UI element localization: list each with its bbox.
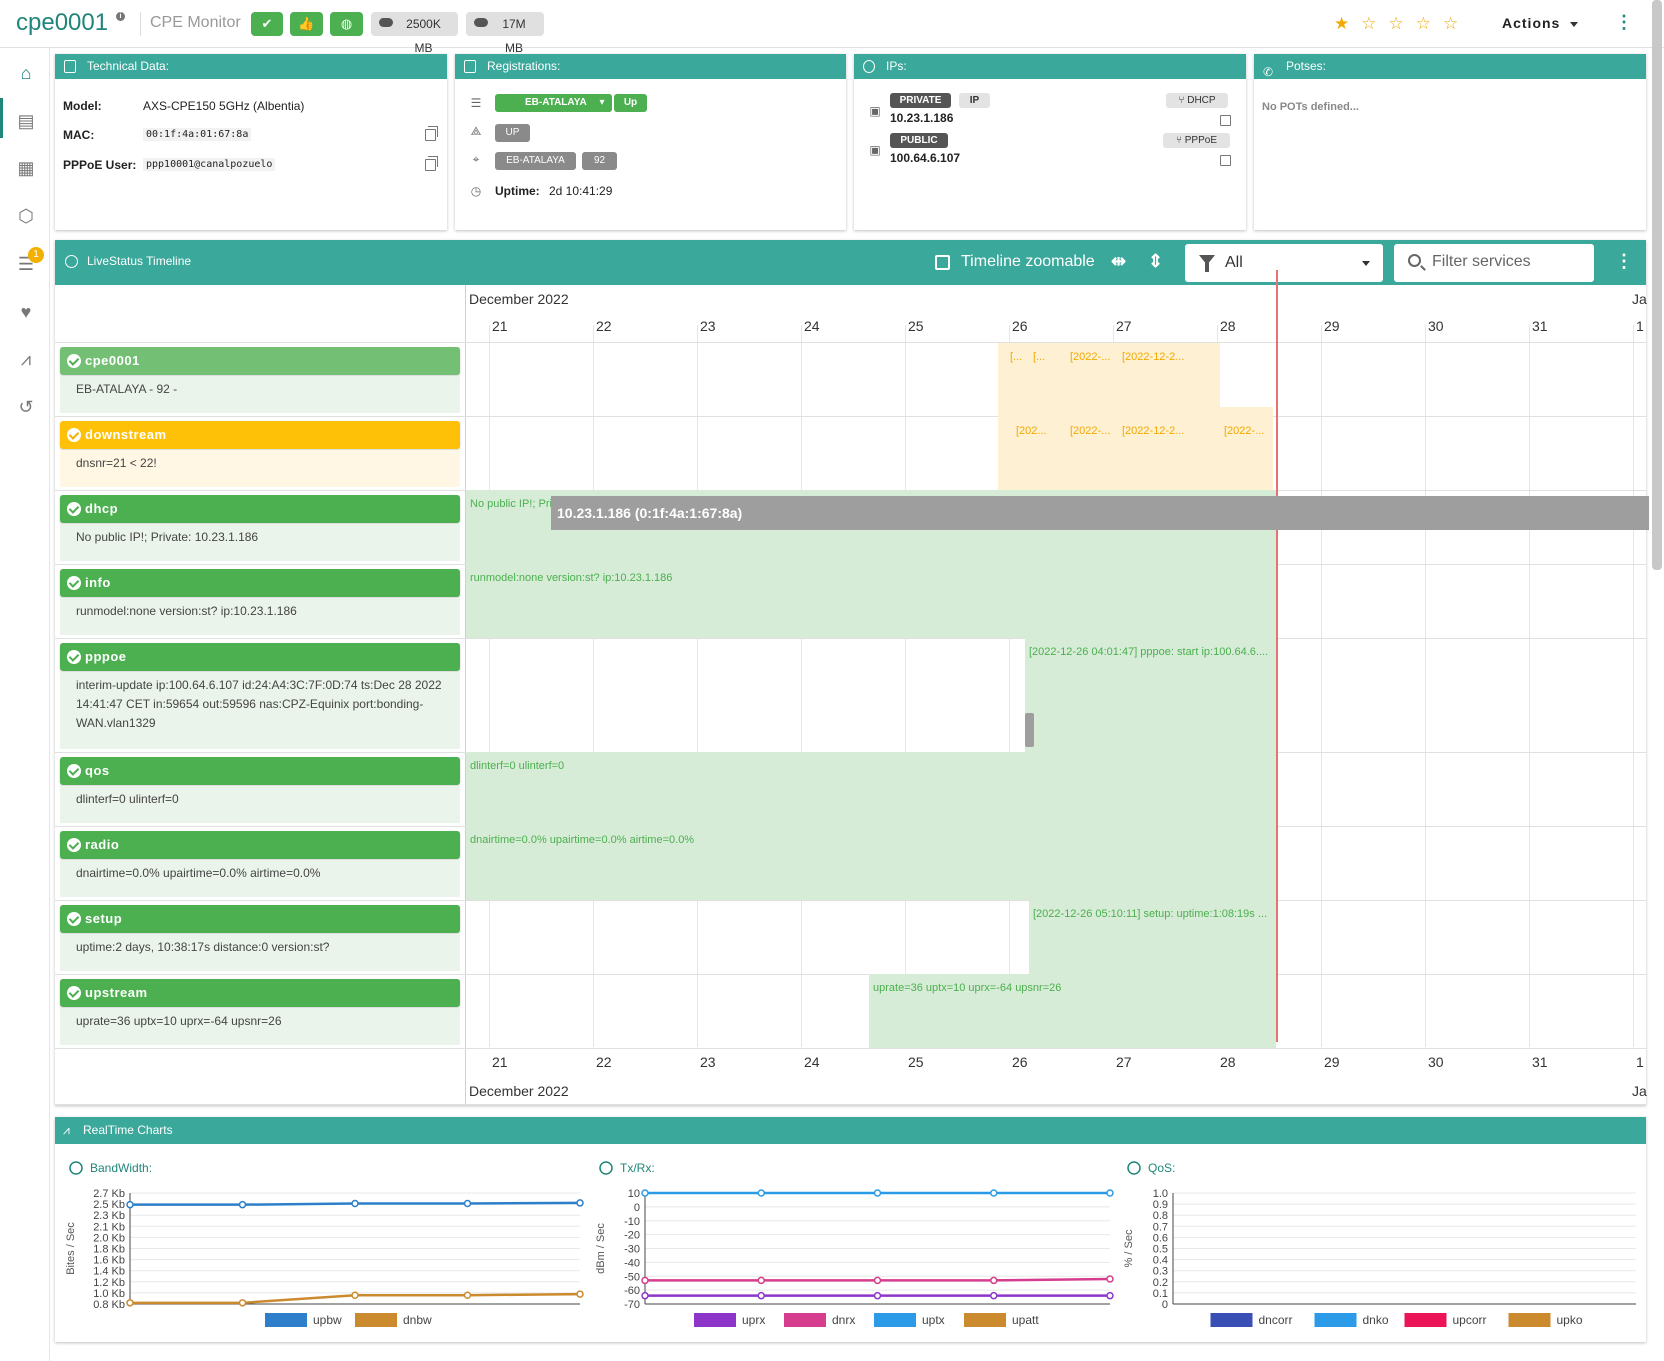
data-point [757, 1291, 765, 1300]
legend-swatch [964, 1313, 1006, 1327]
y-tick-label: -10 [624, 1216, 640, 1228]
data-point [990, 1189, 998, 1197]
y-tick-label: -20 [624, 1230, 640, 1242]
chart-title: QoS: [1148, 1161, 1175, 1175]
y-tick-label: -50 [624, 1271, 640, 1283]
data-point [757, 1276, 765, 1285]
data-point [463, 1291, 472, 1299]
y-tick-label: -60 [624, 1285, 640, 1297]
chart-title-icon [599, 1161, 613, 1175]
legend-entry: upcorr [1453, 1313, 1487, 1327]
data-point [873, 1189, 882, 1197]
legend-swatch [694, 1313, 736, 1327]
data-point [238, 1299, 247, 1307]
legend-entry: dnbw [403, 1313, 432, 1327]
data-point [1106, 1189, 1114, 1197]
y-tick-label: -70 [624, 1299, 640, 1311]
legend-swatch [1404, 1313, 1447, 1327]
chart-title-icon [1127, 1161, 1141, 1175]
chart-title: BandWidth: [90, 1161, 152, 1175]
data-point [873, 1276, 882, 1285]
legend-swatch [265, 1313, 307, 1327]
legend-swatch [1210, 1313, 1253, 1327]
y-tick-label: 0 [634, 1202, 640, 1214]
y-tick-label: -40 [624, 1257, 640, 1269]
y-axis-label: dBm / Sec [595, 1223, 607, 1274]
chart-title: Tx/Rx: [620, 1161, 655, 1175]
legend-entry: dncorr [1259, 1313, 1293, 1327]
data-point [641, 1276, 649, 1285]
y-tick-label: 10 [628, 1188, 640, 1200]
data-point [990, 1276, 998, 1285]
legend-swatch [355, 1313, 397, 1327]
legend-entry: upbw [313, 1313, 342, 1327]
data-point [757, 1189, 765, 1197]
legend-swatch [1508, 1313, 1551, 1327]
legend-entry: dnko [1363, 1313, 1389, 1327]
realtime-charts: BandWidth:Bites / Sec2.7 Kb2.5 Kb2.3 Kb2… [65, 1161, 1636, 1327]
data-point [576, 1290, 584, 1298]
data-point [873, 1291, 882, 1300]
data-point [238, 1200, 247, 1209]
data-point [576, 1199, 584, 1207]
data-point [1106, 1291, 1114, 1300]
data-point [351, 1291, 359, 1299]
data-point [126, 1200, 134, 1209]
data-point [126, 1299, 134, 1307]
chart-title-icon [69, 1161, 83, 1175]
legend-entry: dnrx [832, 1313, 855, 1327]
y-axis-label: % / Sec [1123, 1229, 1135, 1267]
data-point [1106, 1275, 1114, 1283]
legend-swatch [1314, 1313, 1357, 1327]
data-point [351, 1199, 359, 1208]
data-point [641, 1291, 649, 1300]
legend-swatch [784, 1313, 826, 1327]
legend-swatch [874, 1313, 916, 1327]
y-axis-label: Bites / Sec [65, 1222, 77, 1275]
y-tick-label: 0 [1162, 1299, 1168, 1311]
y-tick-label: 0.8 Kb [93, 1299, 125, 1311]
y-tick-label: -30 [624, 1244, 640, 1256]
data-point [463, 1199, 472, 1208]
data-point [641, 1189, 649, 1197]
legend-entry: upatt [1012, 1313, 1039, 1327]
page-scrollbar[interactable] [1652, 0, 1662, 570]
legend-entry: upko [1557, 1313, 1583, 1327]
legend-entry: uptx [922, 1313, 945, 1327]
legend-entry: uprx [742, 1313, 765, 1327]
data-point [990, 1291, 998, 1300]
